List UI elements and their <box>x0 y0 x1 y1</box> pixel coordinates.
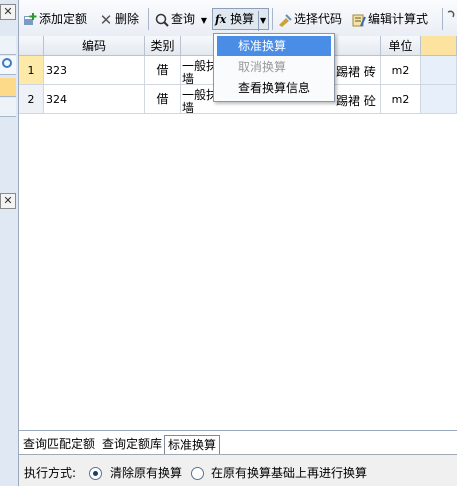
select-code-button[interactable]: 选择代码 <box>278 9 342 29</box>
delete-button[interactable]: ✕ 删除 <box>99 9 139 29</box>
cell-name-part: 踢裙 砼 <box>336 94 376 108</box>
left-panel-tab[interactable] <box>0 56 16 75</box>
radio-convert-on-existing-label[interactable]: 在原有换算基础上再进行换算 <box>211 464 367 481</box>
left-panel: ✕ ✕ <box>0 0 19 486</box>
close-icon[interactable]: ✕ <box>0 193 16 209</box>
row-number[interactable]: 2 <box>19 85 44 114</box>
chevron-down-icon[interactable]: ▼ <box>257 11 266 31</box>
grid-corner <box>19 36 44 56</box>
left-panel-tab-selected[interactable] <box>0 78 16 97</box>
column-header-unit[interactable]: 单位 <box>381 36 421 56</box>
tab-query-quota-library[interactable]: 查询定额库 <box>102 435 162 453</box>
cell-type[interactable]: 借 <box>145 85 181 114</box>
toolbar: 添加定额 ✕ 删除 查询 ▼ fx 换算 ▼ 选择代码 编辑计算式 <box>19 0 457 37</box>
left-panel-tab[interactable] <box>0 98 16 117</box>
cell-unit[interactable]: m2 <box>381 56 421 85</box>
menu-item-view-convert-info[interactable]: 查看换算信息 <box>217 78 331 98</box>
chevron-down-icon[interactable]: ▼ <box>201 16 207 25</box>
add-quota-label: 添加定额 <box>39 12 88 26</box>
refresh-icon <box>2 58 12 68</box>
execution-label: 执行方式: <box>24 466 77 480</box>
menu-item-standard-convert[interactable]: 标准换算 <box>217 36 331 56</box>
delete-label: 删除 <box>115 12 140 26</box>
toolbar-separator <box>442 8 443 30</box>
bottom-tab-bar: 查询匹配定额 查询定额库 标准换算 <box>19 432 457 455</box>
edit-formula-label: 编辑计算式 <box>368 12 429 26</box>
left-panel-tab[interactable] <box>0 36 16 55</box>
convert-label: 换算 <box>230 12 255 26</box>
tab-standard-convert[interactable]: 标准换算 <box>164 435 221 454</box>
cell-extra[interactable] <box>421 85 457 114</box>
search-icon <box>155 13 169 27</box>
more-icon[interactable] <box>447 9 457 29</box>
tab-query-matching-quota[interactable]: 查询匹配定额 <box>23 435 95 453</box>
menu-item-cancel-convert: 取消换算 <box>238 60 287 74</box>
edit-icon <box>352 13 366 27</box>
radio-clear-existing-label[interactable]: 清除原有换算 <box>110 464 182 481</box>
add-quota-button[interactable]: 添加定额 <box>23 9 87 29</box>
radio-clear-existing[interactable] <box>89 467 102 480</box>
delete-icon: ✕ <box>99 10 113 29</box>
toolbar-separator <box>272 8 273 30</box>
convert-menu: 标准换算 取消换算 查看换算信息 <box>213 33 335 102</box>
cell-type[interactable]: 借 <box>145 56 181 85</box>
pick-icon <box>278 13 292 27</box>
cell-name-part: 墙 <box>182 101 195 114</box>
cell-unit[interactable]: m2 <box>381 85 421 114</box>
cell-name-part: 踢裙 砖 <box>336 65 376 79</box>
cell-extra[interactable] <box>421 56 457 85</box>
add-row-icon <box>23 12 37 27</box>
convert-button[interactable]: fx 换算 ▼ <box>212 8 270 31</box>
query-button[interactable]: 查询 ▼ <box>155 9 207 29</box>
select-code-label: 选择代码 <box>294 12 343 26</box>
edit-formula-button[interactable]: 编辑计算式 <box>352 9 428 29</box>
query-label: 查询 <box>171 12 196 26</box>
toolbar-separator <box>148 8 149 30</box>
cell-code[interactable]: 323 <box>44 56 145 85</box>
column-header-type[interactable]: 类别 <box>145 36 181 56</box>
column-header-code[interactable]: 编码 <box>44 36 145 56</box>
radio-convert-on-existing[interactable] <box>191 467 204 480</box>
cell-name-part: 墙 <box>182 72 195 85</box>
close-icon[interactable]: ✕ <box>0 4 16 20</box>
row-number[interactable]: 1 <box>19 56 44 85</box>
formula-icon: fx <box>215 13 227 26</box>
execution-panel: 执行方式: 清除原有换算 在原有换算基础上再进行换算 <box>19 455 457 486</box>
column-header-extra[interactable] <box>421 36 457 56</box>
cell-code[interactable]: 324 <box>44 85 145 114</box>
